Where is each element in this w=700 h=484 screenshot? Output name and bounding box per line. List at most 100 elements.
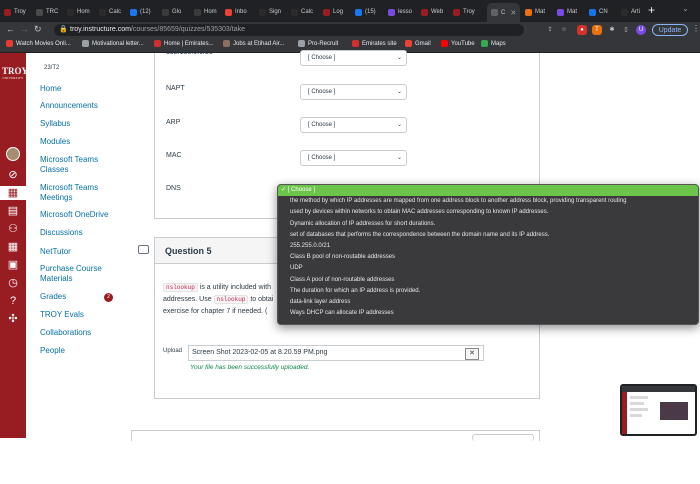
reload-icon[interactable]: ↻	[34, 24, 42, 35]
inbox-icon[interactable]: ▣	[6, 258, 20, 272]
sidebar-icon[interactable]: ▯	[621, 25, 631, 35]
match-select-napt[interactable]: [ Choose ] ⌄	[300, 84, 407, 100]
update-button[interactable]: Update	[652, 24, 688, 36]
course-nav-modules[interactable]: Modules	[40, 137, 120, 147]
browser-tab[interactable]: TRC	[36, 4, 58, 20]
course-nav-discussions[interactable]: Discussions	[40, 228, 120, 238]
dns-select-options[interactable]: ✓ [ Choose ] the method by which IP addre…	[277, 184, 699, 325]
close-tab-icon[interactable]: ✕	[510, 9, 516, 17]
dropdown-option[interactable]: Dynamic allocation of IP addresses for s…	[278, 219, 698, 230]
browser-tab[interactable]: Mat	[525, 4, 545, 20]
browser-tab[interactable]: Mat	[557, 4, 577, 20]
calendar-icon[interactable]: ▦	[6, 240, 20, 254]
browser-tab[interactable]: Log	[323, 4, 343, 20]
profile-avatar-icon[interactable]: U	[636, 25, 646, 35]
browser-tab[interactable]: Calc	[99, 4, 121, 20]
extension-icon[interactable]: T	[592, 25, 602, 35]
browser-toolbar: ← → ↻ 🔒 troy.instructure.com/courses/856…	[0, 22, 700, 38]
browser-tab[interactable]: Troy	[4, 4, 26, 20]
courses-icon[interactable]: ▤	[6, 204, 20, 218]
match-select-mac[interactable]: [ Choose ] ⌄	[300, 150, 407, 166]
dropdown-option[interactable]: UDP	[278, 263, 698, 274]
menu-icon[interactable]: ⋮	[692, 24, 700, 33]
browser-tab[interactable]: Web	[421, 4, 443, 20]
browser-tab[interactable]: Hom	[194, 4, 217, 20]
tab-label: Mat	[567, 9, 578, 15]
puzzle-icon[interactable]: ✱	[607, 25, 617, 35]
new-tab-button[interactable]: +	[648, 3, 655, 17]
match-select-arp[interactable]: [ Choose ] ⌄	[300, 117, 407, 133]
troy-logo[interactable]: TROY UNIVERSITY	[2, 66, 28, 80]
browser-tab[interactable]: Glo	[162, 4, 181, 20]
browser-tab[interactable]: Hom	[67, 4, 90, 20]
bookmark-item[interactable]: Jobs at Etihad Air...	[223, 40, 284, 47]
adblock-extension-icon[interactable]: ●	[577, 25, 587, 35]
help-icon[interactable]: ?	[6, 294, 20, 308]
course-nav-teams-classes[interactable]: Microsoft Teams Classes	[40, 155, 120, 175]
course-nav-troy-evals[interactable]: TROY Evals	[40, 310, 120, 320]
history-icon[interactable]: ◷	[6, 276, 20, 290]
share-icon[interactable]: ⇪	[545, 25, 555, 35]
browser-tab[interactable]: lesso	[388, 4, 412, 20]
browser-tab[interactable]: Inbo	[225, 4, 247, 20]
bookmark-item[interactable]: Home | Emirates...	[154, 40, 214, 47]
dropdown-option[interactable]: set of databases that performs the corre…	[278, 230, 698, 241]
bookmark-item[interactable]: Watch Movies Onli...	[6, 40, 71, 47]
tab-label: Log	[333, 9, 344, 15]
dropdown-option[interactable]: data-link layer address	[278, 297, 698, 308]
bookmark-star-icon[interactable]: ☆	[559, 25, 569, 35]
course-nav-onedrive[interactable]: Microsoft OneDrive	[40, 210, 120, 220]
flag-question-icon[interactable]	[138, 245, 149, 254]
account-avatar[interactable]	[6, 147, 20, 161]
tab-search-icon[interactable]: ⌄	[682, 4, 689, 13]
global-navigation: TROY UNIVERSITY ⊘ ▦ ▤ ⚇ ▦ ▣ ◷ ? ✣ ⇥	[0, 53, 28, 484]
picture-in-picture-thumbnail[interactable]	[620, 384, 697, 436]
browser-tab[interactable]: Troy	[453, 4, 475, 20]
dashboard-icon[interactable]: ▦	[0, 186, 26, 200]
course-nav-collaborations[interactable]: Collaborations	[40, 328, 120, 338]
course-nav-nettutor[interactable]: NetTutor	[40, 247, 120, 257]
course-nav-announcements[interactable]: Announcements	[40, 101, 120, 111]
browser-tab[interactable]: Sign	[259, 4, 281, 20]
course-nav-people[interactable]: People	[40, 346, 120, 356]
collapse-nav-icon[interactable]: ⇥	[6, 471, 15, 484]
bookmark-item[interactable]: Gmail	[405, 40, 431, 47]
browser-tab[interactable]: Calc	[291, 4, 313, 20]
tab-favicon-icon	[453, 8, 460, 16]
url-path: /courses/85659/quizzes/535303/take	[130, 26, 245, 33]
dropdown-option[interactable]: Class B pool of non-routable addresses	[278, 252, 698, 263]
match-select-truncated[interactable]: [ Choose ] ⌄	[300, 50, 407, 66]
dropdown-option[interactable]: used by devices within networks to obtai…	[278, 207, 698, 218]
tab-favicon-icon	[323, 8, 330, 16]
groups-icon[interactable]: ⚇	[6, 222, 20, 236]
dropdown-option[interactable]: 255.255.0.0/21	[278, 241, 698, 252]
course-nav-syllabus[interactable]: Syllabus	[40, 119, 120, 129]
dropdown-option[interactable]: The duration for which an IP address is …	[278, 286, 698, 297]
browser-tab[interactable]: C ✕	[487, 3, 521, 22]
browser-tab[interactable]: CN	[589, 4, 608, 20]
dropdown-option[interactable]: Ways DHCP can allocate IP addresses	[278, 308, 698, 319]
dropdown-option-selected[interactable]: ✓ [ Choose ]	[278, 185, 698, 197]
admin-icon[interactable]: ⊘	[6, 168, 20, 182]
address-bar[interactable]: 🔒 troy.instructure.com/courses/85659/qui…	[54, 24, 524, 36]
bookmark-item[interactable]: Motivational letter...	[82, 40, 144, 47]
tab-favicon-icon	[194, 8, 201, 16]
course-nav-teams-meetings[interactable]: Microsoft Teams Meetings	[40, 183, 120, 203]
forward-icon[interactable]: →	[20, 24, 29, 34]
tab-favicon-icon	[162, 8, 169, 16]
course-nav-home[interactable]: Home	[40, 84, 120, 94]
bookmark-item[interactable]: YouTube	[441, 40, 475, 47]
back-icon[interactable]: ←	[6, 24, 15, 34]
course-nav-purchase-materials[interactable]: Purchase Course Materials	[40, 264, 120, 284]
browser-tab[interactable]: Arti	[621, 4, 640, 20]
browser-tab[interactable]: (15)	[355, 4, 376, 20]
remove-file-button[interactable]: ✕	[465, 348, 479, 360]
match-row-label-dns: DNS	[166, 185, 181, 192]
dropdown-option[interactable]: Class A pool of non-routable addresses	[278, 275, 698, 286]
studio-icon[interactable]: ✣	[6, 312, 20, 326]
dropdown-option[interactable]: the method by which IP addresses are map…	[278, 196, 698, 207]
browser-tab[interactable]: (12)	[130, 4, 151, 20]
bookmark-item[interactable]: Maps	[481, 40, 506, 47]
bookmark-item[interactable]: Pro-Recruit	[298, 40, 338, 47]
bookmark-item[interactable]: Emirates site	[352, 40, 397, 47]
